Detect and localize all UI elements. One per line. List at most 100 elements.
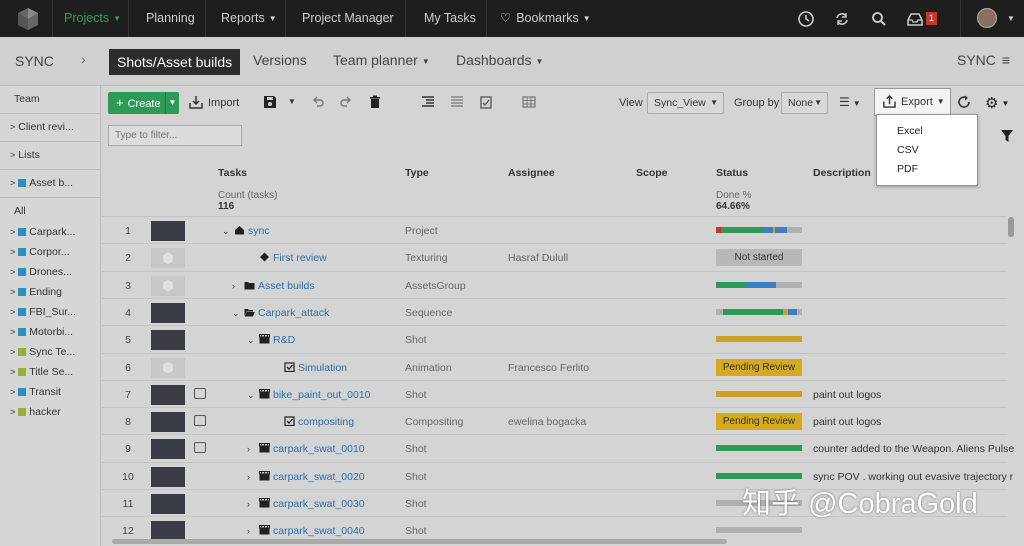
task-name[interactable]: › Asset builds [232, 280, 315, 292]
chevron-down-icon[interactable]: ▼ [1007, 14, 1015, 23]
nav-projects[interactable]: Projects ▼ [64, 0, 121, 37]
sidebar-item-team[interactable]: Team [14, 93, 102, 105]
thumbnail[interactable] [151, 275, 185, 296]
table-row[interactable]: 9 › carpark_swat_0010 Shot counter added … [102, 434, 1014, 461]
chevron-right-icon[interactable]: › [81, 51, 86, 67]
chevron-down-icon[interactable]: ⌄ [247, 390, 256, 401]
refresh-icon[interactable] [957, 95, 971, 109]
sidebar-item-client-review[interactable]: > Client revi... [10, 121, 98, 133]
indent-icon[interactable] [421, 95, 435, 109]
vertical-scrollbar[interactable] [1008, 217, 1014, 237]
grid-icon[interactable] [522, 95, 536, 109]
assignee-cell[interactable]: Francesco Ferlito [508, 362, 589, 374]
tab-team-planner[interactable]: Team planner ▼ [333, 52, 430, 68]
table-row[interactable]: 2 First review Texturing Hasraf Dulull N… [102, 243, 1007, 270]
thumbnail[interactable] [151, 439, 185, 460]
sidebar-item[interactable]: > Drones... [10, 266, 98, 278]
status-badge[interactable]: Not started [716, 249, 802, 267]
thumbnail[interactable] [151, 466, 185, 487]
column-header-description[interactable]: Description [813, 167, 871, 179]
assignee-cell[interactable]: Hasraf Dulull [508, 252, 568, 264]
thumbnail[interactable] [151, 412, 185, 433]
thumbnail[interactable] [151, 494, 185, 514]
group-by-select[interactable]: None ▼ [781, 92, 828, 114]
sync-icon[interactable] [833, 10, 851, 28]
column-header-scope[interactable]: Scope [636, 167, 668, 179]
sidebar-item[interactable]: > Motorbi... [10, 326, 98, 338]
chevron-right-icon[interactable]: › [247, 499, 256, 509]
task-name[interactable]: ⌄ sync [222, 225, 270, 237]
comment-icon[interactable] [194, 442, 206, 454]
inbox-icon[interactable] [906, 10, 924, 28]
create-button[interactable]: + Create ▼ [108, 92, 179, 114]
clipboard-check-icon[interactable] [479, 95, 493, 109]
sidebar-item-all[interactable]: All [14, 205, 102, 217]
trash-icon[interactable] [368, 95, 382, 109]
nav-my-tasks[interactable]: My Tasks [424, 0, 476, 37]
columns-menu[interactable]: ☰ ▼ [839, 95, 861, 109]
tab-shots-asset-builds[interactable]: Shots/Asset builds [109, 49, 241, 75]
thumbnail[interactable] [151, 221, 185, 241]
nav-bookmarks[interactable]: ♡ Bookmarks ▼ [500, 0, 591, 37]
horizontal-scrollbar[interactable] [112, 539, 727, 544]
filter-icon[interactable] [1000, 129, 1014, 143]
sidebar-item[interactable]: > Title Se... [10, 366, 98, 378]
sidebar-item-asset-builds[interactable]: > Asset b... [10, 177, 98, 189]
description-cell[interactable]: counter added to the Weapon. Aliens Puls… [813, 443, 1014, 455]
chevron-right-icon[interactable]: › [247, 526, 256, 536]
table-row[interactable]: 8 compositing Compositing ewelina bogack… [102, 407, 1007, 434]
task-name[interactable]: › carpark_swat_0030 [247, 498, 365, 510]
task-name[interactable]: Simulation [272, 362, 347, 374]
search-icon[interactable] [870, 10, 888, 28]
avatar[interactable] [977, 8, 997, 28]
ftrack-logo-icon[interactable] [16, 7, 40, 31]
chevron-down-icon[interactable]: ▼ [288, 97, 296, 106]
task-name[interactable]: › carpark_swat_0040 [247, 525, 365, 537]
sidebar-item[interactable]: > Corpor... [10, 246, 98, 258]
sidebar-item[interactable]: > hacker [10, 406, 98, 418]
task-name[interactable]: › carpark_swat_0010 [247, 443, 365, 455]
tab-versions[interactable]: Versions [253, 52, 307, 68]
export-pdf[interactable]: PDF [897, 163, 918, 175]
sidebar-item[interactable]: > Sync Te... [10, 346, 98, 358]
thumbnail[interactable] [151, 302, 185, 323]
project-menu[interactable]: SYNC ≡ [957, 52, 1010, 68]
thumbnail[interactable] [151, 330, 185, 351]
comment-icon[interactable] [194, 415, 206, 427]
view-select[interactable]: Sync_View ▼ [647, 92, 724, 114]
sidebar-item[interactable]: > FBI_Sur... [10, 306, 98, 318]
column-header-type[interactable]: Type [405, 167, 429, 179]
task-name[interactable]: › carpark_swat_0020 [247, 470, 365, 483]
table-row[interactable]: 3 › Asset builds AssetsGroup [102, 270, 1007, 298]
nav-reports[interactable]: Reports ▼ [221, 0, 277, 37]
redo-icon[interactable] [339, 95, 353, 109]
column-header-assignee[interactable]: Assignee [508, 167, 555, 179]
chevron-right-icon[interactable]: › [232, 281, 241, 291]
save-icon[interactable] [263, 95, 277, 109]
list-view-icon[interactable] [450, 95, 464, 109]
nav-project-manager[interactable]: Project Manager [302, 0, 394, 37]
assignee-cell[interactable]: ewelina bogacka [508, 416, 586, 428]
thumbnail[interactable] [151, 248, 185, 269]
chevron-down-icon[interactable]: ⌄ [247, 335, 256, 346]
table-row[interactable]: 5 ⌄ R&D Shot [102, 325, 1007, 352]
column-header-tasks[interactable]: Tasks [218, 167, 247, 179]
chevron-down-icon[interactable]: ⌄ [222, 226, 231, 237]
task-name[interactable]: ⌄ Carpark_attack [232, 307, 329, 319]
filter-input[interactable] [108, 125, 242, 146]
import-button[interactable]: Import [208, 97, 239, 109]
nav-planning[interactable]: Planning [146, 0, 195, 37]
table-row[interactable]: 6 Simulation Animation Francesco Ferlito… [102, 352, 1007, 380]
comment-icon[interactable] [194, 387, 206, 399]
status-badge[interactable]: Pending Review [716, 413, 802, 431]
sidebar-item-lists[interactable]: > Lists [10, 149, 98, 161]
sidebar-item[interactable]: > Ending [10, 286, 98, 298]
chevron-right-icon[interactable]: › [247, 472, 256, 482]
table-row[interactable]: 1 ⌄ sync Project [102, 216, 1007, 243]
settings-menu[interactable]: ⚙ ▼ [985, 94, 1009, 112]
tab-dashboards[interactable]: Dashboards ▼ [456, 52, 543, 68]
export-button[interactable]: Export ▼ [874, 88, 951, 116]
thumbnail[interactable] [151, 357, 185, 378]
project-title[interactable]: SYNC [15, 53, 54, 69]
table-row[interactable]: 7 ⌄ bike_paint_out_0010 Shot paint out lo… [102, 379, 1007, 407]
